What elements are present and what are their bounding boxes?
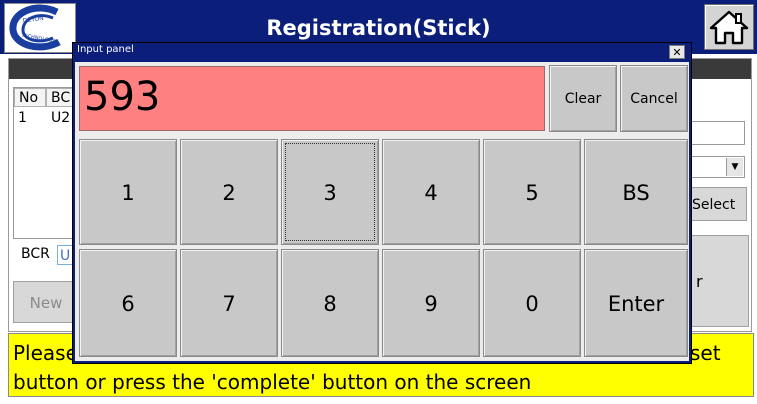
status-line-1-right: set xyxy=(690,341,721,365)
home-icon xyxy=(709,10,749,45)
status-line-2: button or press the 'complete' button on… xyxy=(13,370,532,394)
key-3[interactable]: 3 xyxy=(281,139,379,245)
list-item-no: 1 xyxy=(18,110,27,126)
clear-button[interactable]: Clear xyxy=(549,65,617,132)
close-icon[interactable]: ✕ xyxy=(669,45,685,59)
new-button[interactable]: New xyxy=(13,281,79,323)
key-9[interactable]: 9 xyxy=(382,249,480,357)
input-panel-dialog: Input panel ✕ 593 Clear Cancel 1 2 3 4 5… xyxy=(72,42,692,364)
home-button[interactable] xyxy=(704,4,754,50)
select-button[interactable]: Select xyxy=(685,187,747,221)
key-1[interactable]: 1 xyxy=(79,139,177,245)
cancel-button[interactable]: Cancel xyxy=(620,65,688,132)
key-8[interactable]: 8 xyxy=(281,249,379,357)
column-header-no[interactable]: No xyxy=(14,88,46,107)
key-6[interactable]: 6 xyxy=(79,249,177,357)
chevron-down-icon[interactable]: ▼ xyxy=(726,158,743,176)
right-dropdown[interactable]: ▼ xyxy=(689,156,745,178)
key-0[interactable]: 0 xyxy=(483,249,581,357)
right-text-input[interactable] xyxy=(689,121,745,145)
dialog-title: Input panel xyxy=(77,44,134,55)
bcr-label: BCR xyxy=(21,246,50,262)
key-4[interactable]: 4 xyxy=(382,139,480,245)
column-header-bc[interactable]: BC xyxy=(46,88,74,107)
key-2[interactable]: 2 xyxy=(180,139,278,245)
status-line-1-left: Please xyxy=(13,341,78,365)
registration-list[interactable]: No BC 1 U2 xyxy=(13,87,75,239)
logo-text-top: DEYON xyxy=(22,15,44,25)
key-7[interactable]: 7 xyxy=(180,249,278,357)
backspace-button[interactable]: BS xyxy=(584,139,688,245)
input-panel-body: 593 Clear Cancel 1 2 3 4 5 BS 6 7 8 9 0 … xyxy=(75,62,689,361)
list-item-bc: U2 xyxy=(51,110,71,126)
enter-button[interactable]: Enter xyxy=(584,249,688,357)
right-action-button[interactable]: r xyxy=(685,235,749,327)
key-5[interactable]: 5 xyxy=(483,139,581,245)
input-display[interactable]: 593 xyxy=(79,66,545,131)
list-header: No BC xyxy=(14,88,74,108)
list-item[interactable]: 1 U2 xyxy=(14,110,74,128)
company-logo: DEYON TECHNOLOGY xyxy=(4,3,76,53)
